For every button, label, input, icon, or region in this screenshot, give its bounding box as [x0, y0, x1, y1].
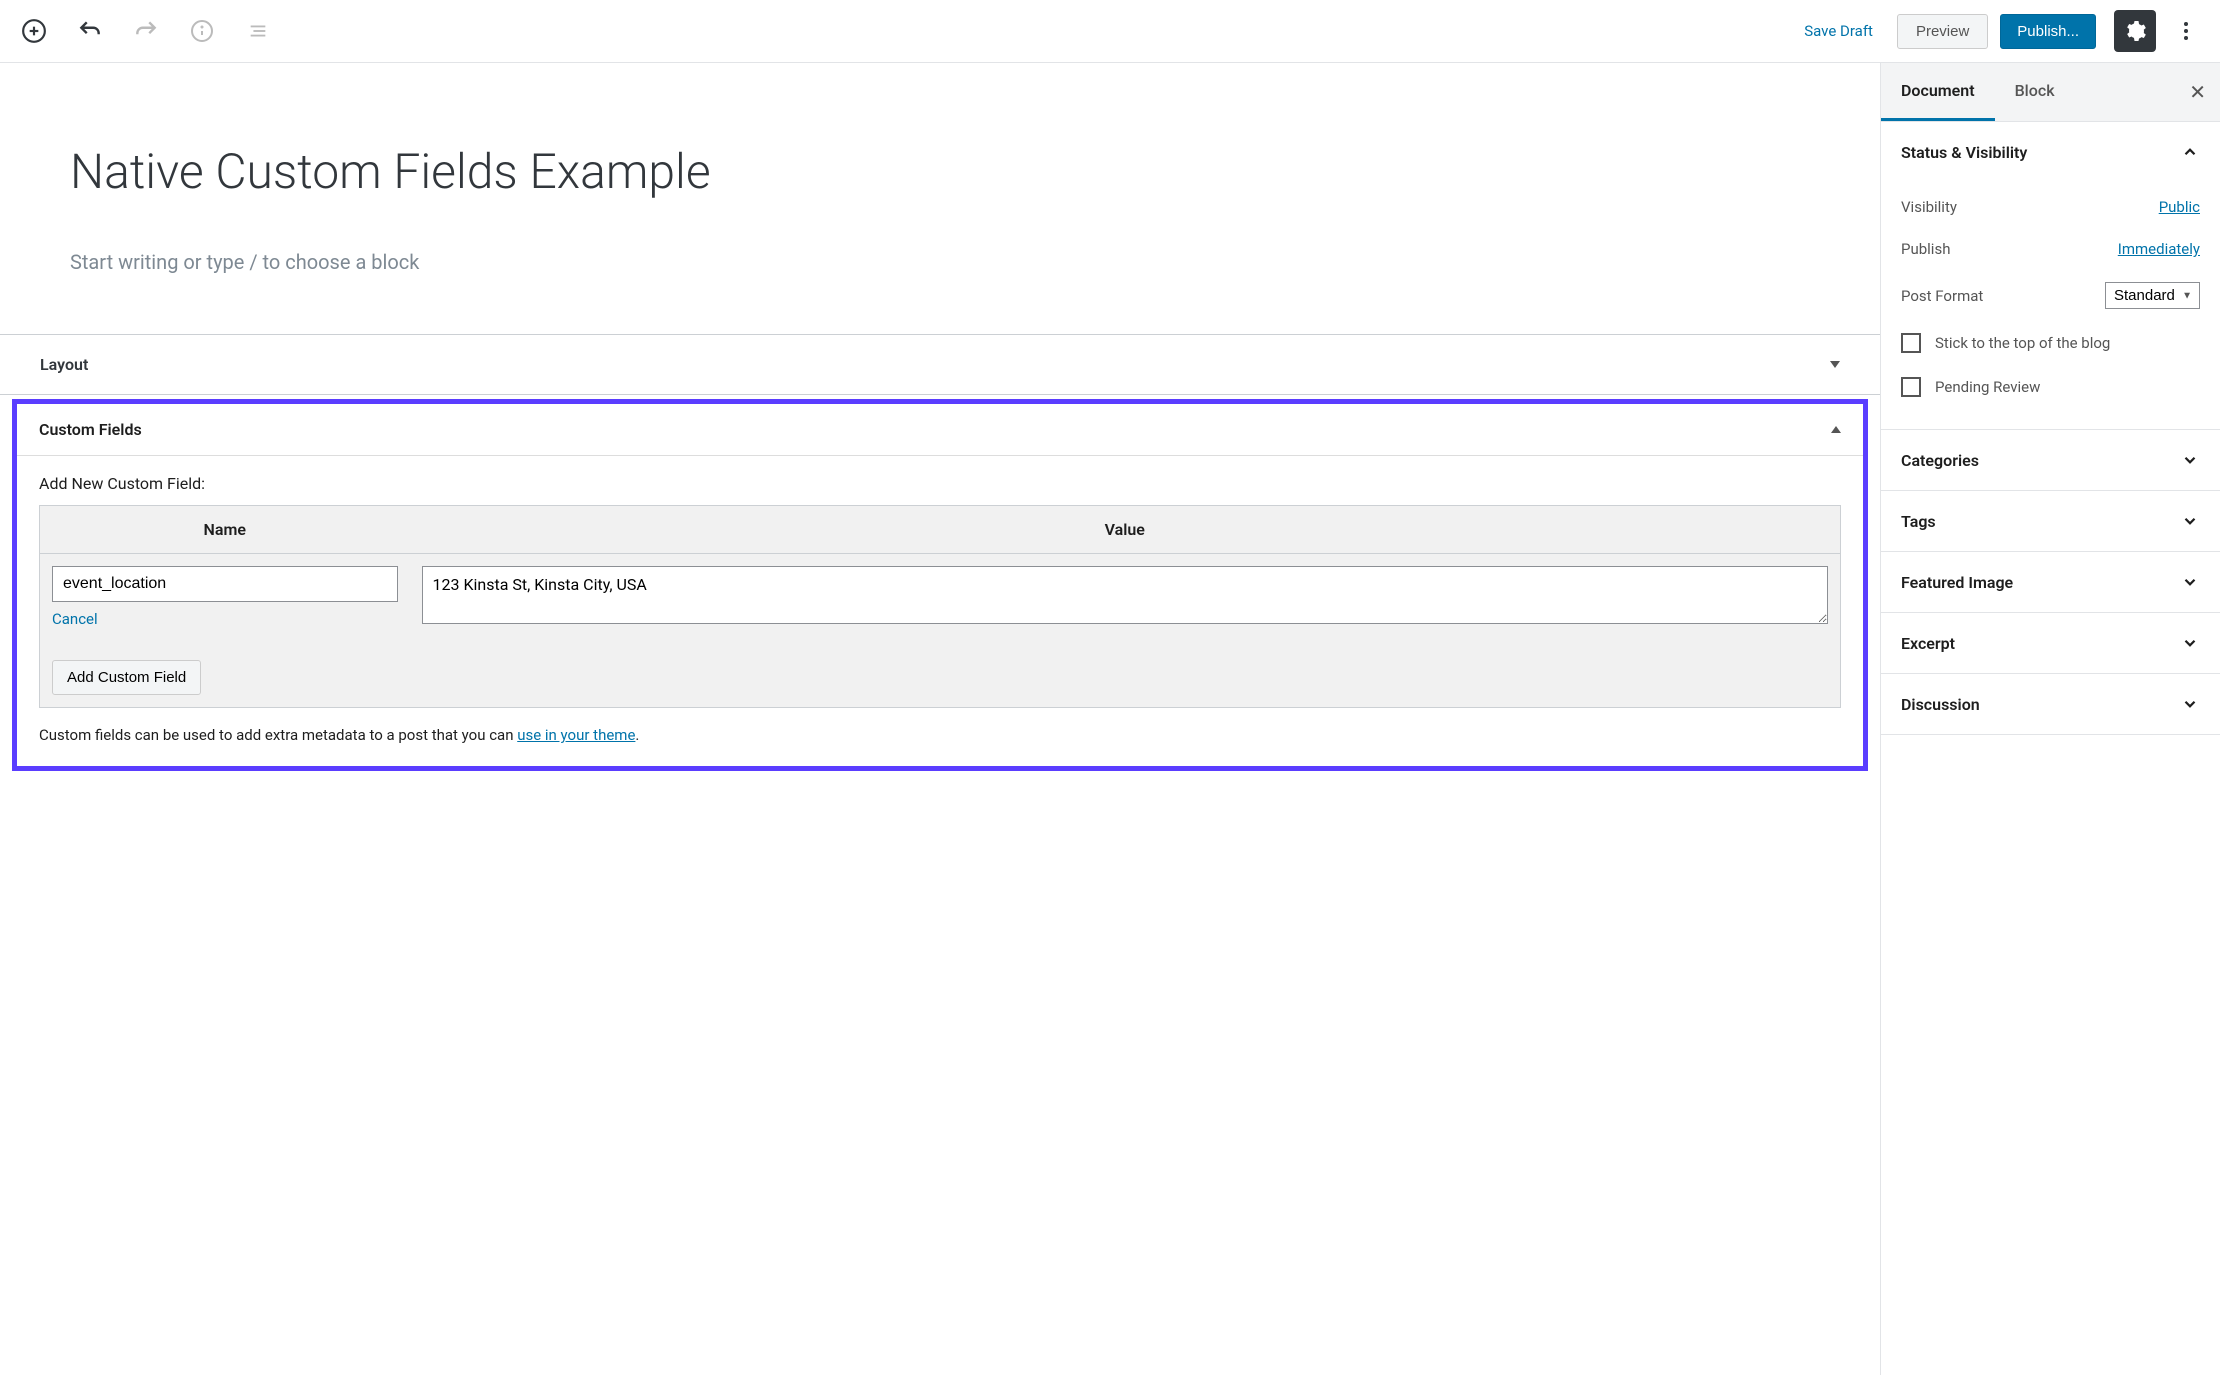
panel-featured-image: Featured Image — [1881, 552, 2220, 613]
preview-button[interactable]: Preview — [1897, 14, 1988, 49]
editor-area: Native Custom Fields Example Start writi… — [0, 63, 1880, 1375]
editor-canvas: Native Custom Fields Example Start writi… — [0, 63, 1880, 334]
cf-col-value: Value — [410, 506, 1841, 554]
stick-checkbox[interactable] — [1901, 333, 1921, 353]
cf-note-suffix: . — [635, 726, 639, 744]
panel-categories: Categories — [1881, 430, 2220, 491]
panel-discussion-title: Discussion — [1901, 695, 1980, 714]
chevron-up-icon — [2180, 142, 2200, 162]
layout-metabox-header[interactable]: Layout — [0, 335, 1880, 394]
cf-note-prefix: Custom fields can be used to add extra m… — [39, 726, 517, 744]
toolbar-left — [16, 13, 276, 49]
post-format-label: Post Format — [1901, 287, 1983, 305]
toolbar-right: Save Draft Preview Publish... — [1792, 10, 2204, 52]
publish-row: Publish Immediately — [1901, 228, 2200, 270]
custom-fields-table: Name Value Cancel — [39, 505, 1841, 708]
post-title[interactable]: Native Custom Fields Example — [70, 143, 1810, 200]
custom-fields-title: Custom Fields — [39, 420, 142, 439]
metabox-region: Layout Custom Fields Add New Custom Fiel… — [0, 334, 1880, 771]
chevron-down-icon — [2180, 633, 2200, 653]
custom-fields-header[interactable]: Custom Fields — [17, 404, 1863, 456]
cf-cancel-link[interactable]: Cancel — [52, 610, 98, 628]
panel-excerpt: Excerpt — [1881, 613, 2220, 674]
settings-sidebar: Document Block ✕ Status & Visibility Vis… — [1880, 63, 2220, 1375]
panel-featured-image-header[interactable]: Featured Image — [1881, 552, 2220, 612]
panel-categories-header[interactable]: Categories — [1881, 430, 2220, 490]
panel-tags: Tags — [1881, 491, 2220, 552]
panel-status-body: Visibility Public Publish Immediately Po… — [1881, 182, 2220, 429]
add-block-icon[interactable] — [16, 13, 52, 49]
triangle-down-icon — [1830, 361, 1840, 368]
cf-value-textarea[interactable] — [422, 566, 1829, 624]
info-icon[interactable] — [184, 13, 220, 49]
chevron-down-icon — [2180, 450, 2200, 470]
editor-toolbar: Save Draft Preview Publish... — [0, 0, 2220, 63]
panel-status-header[interactable]: Status & Visibility — [1881, 122, 2220, 182]
cf-name-input[interactable] — [52, 566, 398, 602]
panel-discussion: Discussion — [1881, 674, 2220, 735]
visibility-row: Visibility Public — [1901, 186, 2200, 228]
custom-fields-subtitle: Add New Custom Field: — [39, 474, 1841, 493]
stick-row: Stick to the top of the blog — [1901, 321, 2200, 365]
custom-fields-body: Add New Custom Field: Name Value — [17, 456, 1863, 766]
cf-col-name: Name — [40, 506, 410, 554]
panel-featured-image-title: Featured Image — [1901, 573, 2013, 592]
publish-button[interactable]: Publish... — [2000, 14, 2096, 49]
tab-document[interactable]: Document — [1881, 63, 1995, 121]
post-format-select[interactable]: Standard — [2105, 282, 2200, 309]
panel-discussion-header[interactable]: Discussion — [1881, 674, 2220, 734]
post-format-row: Post Format Standard — [1901, 270, 2200, 321]
tab-block[interactable]: Block — [1995, 63, 2075, 121]
main-layout: Native Custom Fields Example Start writi… — [0, 63, 2220, 1375]
custom-fields-highlight: Custom Fields Add New Custom Field: Name… — [12, 399, 1868, 771]
block-placeholder[interactable]: Start writing or type / to choose a bloc… — [70, 250, 1810, 274]
visibility-label: Visibility — [1901, 198, 1957, 216]
add-custom-field-button[interactable]: Add Custom Field — [52, 660, 201, 695]
settings-button[interactable] — [2114, 10, 2156, 52]
chevron-down-icon — [2180, 511, 2200, 531]
stick-label: Stick to the top of the blog — [1935, 334, 2110, 352]
undo-icon[interactable] — [72, 13, 108, 49]
save-draft-button[interactable]: Save Draft — [1792, 14, 1885, 48]
visibility-value[interactable]: Public — [2159, 198, 2200, 216]
layout-metabox: Layout — [0, 334, 1880, 395]
outline-icon[interactable] — [240, 13, 276, 49]
post-format-select-wrap: Standard — [2105, 282, 2200, 309]
table-row: Cancel — [40, 554, 1841, 641]
panel-status-title: Status & Visibility — [1901, 143, 2027, 162]
cf-note: Custom fields can be used to add extra m… — [39, 726, 1841, 744]
panel-excerpt-header[interactable]: Excerpt — [1881, 613, 2220, 673]
layout-metabox-title: Layout — [40, 355, 88, 374]
panel-status-visibility: Status & Visibility Visibility Public Pu… — [1881, 122, 2220, 430]
pending-checkbox[interactable] — [1901, 377, 1921, 397]
panel-excerpt-title: Excerpt — [1901, 634, 1955, 653]
sidebar-tabs: Document Block ✕ — [1881, 63, 2220, 122]
pending-label: Pending Review — [1935, 378, 2040, 396]
close-icon[interactable]: ✕ — [2189, 80, 2206, 104]
more-menu-icon[interactable] — [2168, 13, 2204, 49]
table-row: Add Custom Field — [40, 640, 1841, 708]
pending-row: Pending Review — [1901, 365, 2200, 409]
panel-categories-title: Categories — [1901, 451, 1979, 470]
panel-tags-header[interactable]: Tags — [1881, 491, 2220, 551]
cf-note-link[interactable]: use in your theme — [517, 726, 635, 744]
panel-tags-title: Tags — [1901, 512, 1936, 531]
chevron-down-icon — [2180, 694, 2200, 714]
publish-label: Publish — [1901, 240, 1950, 258]
publish-value[interactable]: Immediately — [2118, 240, 2200, 258]
triangle-up-icon — [1831, 426, 1841, 433]
redo-icon — [128, 13, 164, 49]
chevron-down-icon — [2180, 572, 2200, 592]
